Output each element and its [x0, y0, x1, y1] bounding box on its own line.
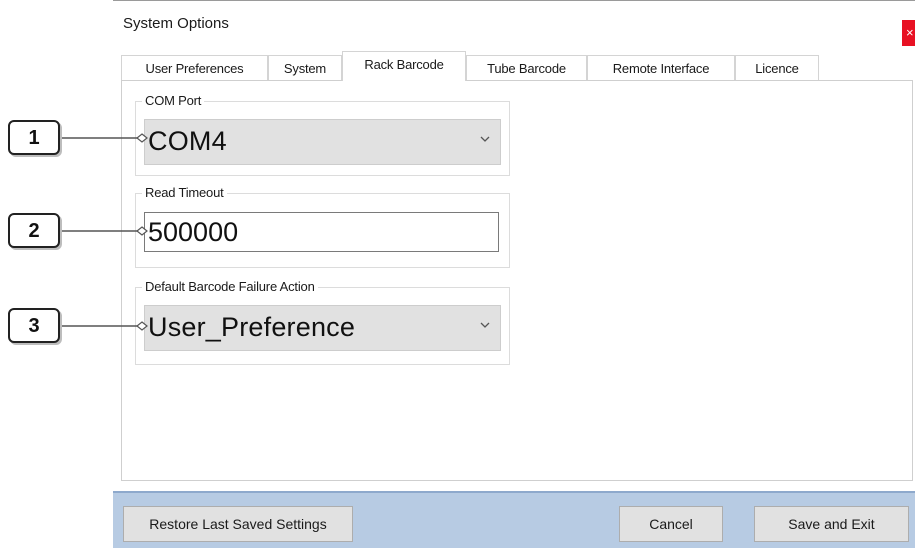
callout-3-marker [136, 321, 148, 331]
callout-1-marker [136, 133, 148, 143]
callout-3: 3 [8, 308, 60, 343]
callout-leaders [59, 133, 148, 331]
callout-2: 2 [8, 213, 60, 248]
callout-2-number: 2 [28, 220, 40, 242]
callout-2-marker [136, 226, 148, 236]
callout-3-number: 3 [28, 315, 40, 337]
callout-1-number: 1 [28, 127, 40, 149]
callout-1: 1 [8, 120, 60, 155]
tab-rack-barcode[interactable]: Rack Barcode [342, 51, 466, 81]
